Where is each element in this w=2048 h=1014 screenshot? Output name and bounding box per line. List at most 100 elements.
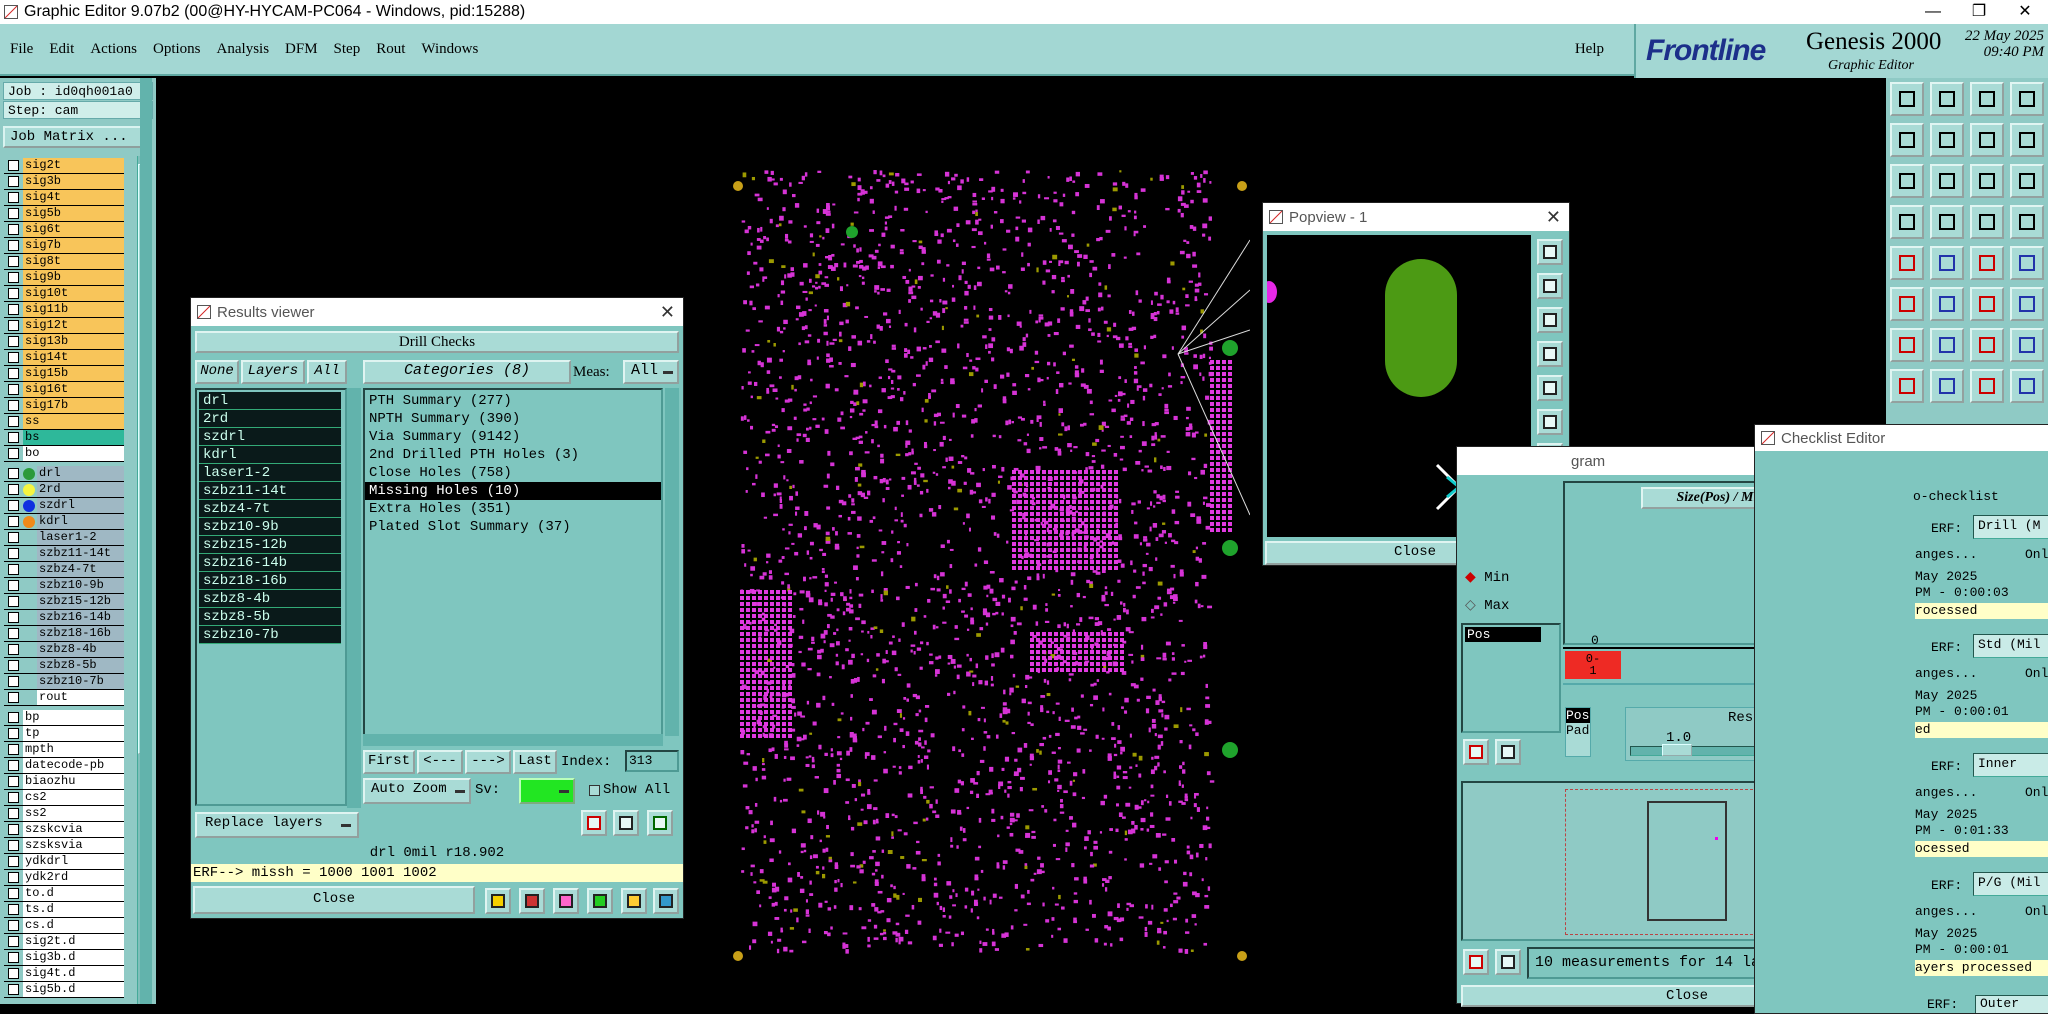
layer-checkbox[interactable] bbox=[8, 304, 19, 315]
layer-checkbox[interactable] bbox=[8, 776, 19, 787]
layer-checkbox[interactable] bbox=[8, 432, 19, 443]
popview-tool-icon[interactable] bbox=[1537, 239, 1563, 265]
erf-field[interactable]: Drill (M bbox=[1973, 515, 2048, 539]
list-icon[interactable] bbox=[587, 888, 613, 914]
measure-icon[interactable] bbox=[485, 888, 511, 914]
result-layer-item[interactable]: szbz4-7t bbox=[199, 500, 341, 518]
tool-icon[interactable] bbox=[1890, 246, 1924, 280]
layer-checkbox[interactable] bbox=[8, 288, 19, 299]
auto-zoom-dropdown[interactable]: Auto Zoom bbox=[363, 778, 471, 804]
layer-checkbox[interactable] bbox=[8, 548, 19, 559]
result-layer-item[interactable]: drl bbox=[199, 392, 341, 410]
layer-row-szsksvia[interactable]: szsksvia bbox=[4, 838, 124, 854]
layer-row-laser1-2[interactable]: laser1-2 bbox=[4, 530, 124, 546]
pos-option[interactable]: Pos bbox=[1566, 708, 1590, 723]
layer-row-ydkdrl[interactable]: ydkdrl bbox=[4, 854, 124, 870]
pos-list[interactable]: Pos bbox=[1461, 623, 1561, 733]
result-layer-item[interactable]: szbz8-5b bbox=[199, 608, 341, 626]
layer-row-szbz16-14b[interactable]: szbz16-14b bbox=[4, 610, 124, 626]
layer-checkbox[interactable] bbox=[8, 872, 19, 883]
tool-icon[interactable] bbox=[2010, 123, 2044, 157]
layer-row-sig7b[interactable]: sig7b bbox=[4, 238, 124, 254]
changes-button[interactable]: anges... bbox=[1915, 785, 1977, 800]
tool-icon[interactable] bbox=[1970, 205, 2004, 239]
layer-checkbox[interactable] bbox=[8, 448, 19, 459]
index-input[interactable]: 313 bbox=[625, 750, 679, 772]
layer-row-ydk2rd[interactable]: ydk2rd bbox=[4, 870, 124, 886]
menu-windows[interactable]: Windows bbox=[421, 41, 478, 58]
layer-checkbox[interactable] bbox=[8, 224, 19, 235]
layer-row-bp[interactable]: bp bbox=[4, 710, 124, 726]
show-all-checkbox[interactable] bbox=[589, 785, 600, 796]
only-button[interactable]: Onl bbox=[2025, 785, 2048, 800]
categories-hscrollbar[interactable] bbox=[363, 734, 663, 746]
layer-row-ss2[interactable]: ss2 bbox=[4, 806, 124, 822]
grid-icon[interactable] bbox=[553, 888, 579, 914]
pad-option[interactable]: Pad bbox=[1566, 723, 1590, 738]
replace-layers-dropdown[interactable]: Replace layers bbox=[195, 812, 359, 838]
layer-row-biaozhu[interactable]: biaozhu bbox=[4, 774, 124, 790]
tool-icon[interactable] bbox=[2010, 164, 2044, 198]
layer-checkbox[interactable] bbox=[8, 660, 19, 671]
layer-row-sig9b[interactable]: sig9b bbox=[4, 270, 124, 286]
layer-checkbox[interactable] bbox=[8, 984, 19, 995]
menu-dfm[interactable]: DFM bbox=[285, 41, 318, 58]
layer-row-sig5b.d[interactable]: sig5b.d bbox=[4, 982, 124, 998]
popview-tool-icon[interactable] bbox=[1537, 307, 1563, 333]
result-layer-item[interactable]: szbz15-12b bbox=[199, 536, 341, 554]
erf-field[interactable]: Outer bbox=[1975, 995, 2048, 1013]
histogram-icon[interactable] bbox=[653, 888, 679, 914]
result-layer-item[interactable]: szbz11-14t bbox=[199, 482, 341, 500]
menu-file[interactable]: File bbox=[10, 41, 33, 58]
tool-icon[interactable] bbox=[1890, 164, 1924, 198]
changes-button[interactable]: anges... bbox=[1915, 666, 1977, 681]
layer-row-sig17b[interactable]: sig17b bbox=[4, 398, 124, 414]
layer-checkbox[interactable] bbox=[8, 792, 19, 803]
layer-row-sig12t[interactable]: sig12t bbox=[4, 318, 124, 334]
layer-checkbox[interactable] bbox=[8, 368, 19, 379]
ref-icon[interactable] bbox=[613, 810, 639, 836]
tool-icon[interactable] bbox=[1890, 82, 1924, 116]
layer-row-sig10t[interactable]: sig10t bbox=[4, 286, 124, 302]
category-item[interactable]: PTH Summary (277) bbox=[365, 392, 661, 410]
layer-scrollbar-right[interactable] bbox=[140, 78, 152, 1004]
layer-checkbox[interactable] bbox=[8, 808, 19, 819]
layer-row-mpth[interactable]: mpth bbox=[4, 742, 124, 758]
menu-help[interactable]: Help bbox=[1575, 41, 1604, 58]
layer-checkbox[interactable] bbox=[8, 400, 19, 411]
prev-button[interactable]: <--- bbox=[417, 750, 463, 774]
layer-row-sig16t[interactable]: sig16t bbox=[4, 382, 124, 398]
undo-icon[interactable] bbox=[647, 810, 673, 836]
layer-row-ts.d[interactable]: ts.d bbox=[4, 902, 124, 918]
layer-checkbox[interactable] bbox=[8, 240, 19, 251]
only-button[interactable]: Onl bbox=[2025, 904, 2048, 919]
layer-checkbox[interactable] bbox=[8, 192, 19, 203]
layer-checkbox[interactable] bbox=[8, 336, 19, 347]
layer-checkbox[interactable] bbox=[8, 208, 19, 219]
tool-icon[interactable] bbox=[1970, 369, 2004, 403]
layer-results-list[interactable]: drl 2rd szdrl kdrl laser1-2 szbz11-14t szbz4-7… bbox=[195, 388, 347, 806]
job-matrix-button[interactable]: Job Matrix ... bbox=[3, 126, 151, 148]
layer-row-szbz18-16b[interactable]: szbz18-16b bbox=[4, 626, 124, 642]
tool-icon[interactable] bbox=[1930, 164, 1964, 198]
del-icon[interactable] bbox=[581, 810, 607, 836]
layer-row-szbz4-7t[interactable]: szbz4-7t bbox=[4, 562, 124, 578]
layer-row-sig11b[interactable]: sig11b bbox=[4, 302, 124, 318]
popview-tool-icon[interactable] bbox=[1537, 341, 1563, 367]
last-button[interactable]: Last bbox=[513, 750, 557, 774]
sv-color-dropdown[interactable] bbox=[519, 778, 575, 804]
report-icon[interactable] bbox=[519, 888, 545, 914]
only-button[interactable]: Onl bbox=[2025, 547, 2048, 562]
layer-row-drl[interactable]: drl bbox=[4, 466, 124, 482]
layer-row-sig4t.d[interactable]: sig4t.d bbox=[4, 966, 124, 982]
layer-row-sig13b[interactable]: sig13b bbox=[4, 334, 124, 350]
layer-row-to.d[interactable]: to.d bbox=[4, 886, 124, 902]
layer-checkbox[interactable] bbox=[8, 352, 19, 363]
layer-row-sig14t[interactable]: sig14t bbox=[4, 350, 124, 366]
tool-icon[interactable] bbox=[2010, 287, 2044, 321]
layer-checkbox[interactable] bbox=[8, 712, 19, 723]
none-button[interactable]: None bbox=[195, 360, 239, 384]
all-button[interactable]: All bbox=[307, 360, 347, 384]
layer-row-szdrl[interactable]: szdrl bbox=[4, 498, 124, 514]
layer-checkbox[interactable] bbox=[8, 256, 19, 267]
